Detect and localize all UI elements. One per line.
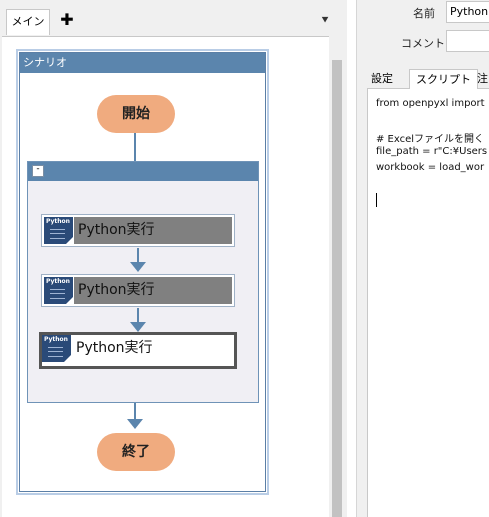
action-label: Python実行 [78, 282, 155, 298]
scenario-frame[interactable]: シナリオ 開始 - Python Python実行 Python Python実… [16, 49, 269, 495]
action-label: Python実行 [76, 340, 153, 356]
code-line: file_path = r"C:¥Users [376, 146, 488, 157]
python-icon-text: Python [46, 218, 70, 225]
code-line: # Excelファイルを開く [376, 134, 485, 145]
connector-line [137, 308, 139, 322]
tab-settings[interactable]: 設定 [367, 69, 397, 89]
tab-main[interactable]: メイン [6, 9, 50, 35]
python-action-2[interactable]: Python Python実行 [41, 274, 235, 307]
python-icon-lines [50, 289, 65, 299]
python-icon-text: Python [46, 278, 70, 285]
text-caret [376, 193, 377, 207]
connector-line [134, 133, 136, 161]
designer-tabbar: メイン ✚ ⯆ [0, 0, 347, 38]
python-icon: Python [44, 277, 73, 304]
python-action-1[interactable]: Python Python実行 [41, 214, 235, 247]
python-icon: Python [44, 217, 73, 244]
code-line: from openpyxl import [376, 98, 485, 109]
name-label: 名前 [413, 7, 435, 20]
python-icon-corner [64, 355, 71, 362]
python-icon-lines [48, 347, 63, 357]
tab-script[interactable]: スクリプト [409, 69, 478, 90]
property-tabs: 設定 スクリプト 注 [367, 67, 489, 90]
python-icon-lines [50, 229, 65, 239]
python-action-3-selected[interactable]: Python Python実行 [39, 332, 237, 369]
python-icon: Python [42, 335, 71, 362]
add-tab-icon[interactable]: ✚ [58, 9, 76, 35]
comment-input[interactable] [446, 30, 489, 52]
action-label: Python実行 [78, 222, 155, 238]
arrow-down-icon [130, 322, 146, 332]
collapse-button[interactable]: - [32, 165, 44, 177]
code-line: workbook = load_wor [376, 162, 485, 173]
tab-overflow-icon[interactable]: ⯆ [317, 12, 333, 28]
scrollbar-thumb[interactable] [332, 60, 342, 517]
arrow-down-icon [130, 262, 146, 272]
arrow-down-icon [127, 419, 143, 429]
connector-line [134, 403, 136, 419]
name-input[interactable]: Python [446, 1, 489, 23]
designer-pane: メイン ✚ ⯆ シナリオ 開始 - Python Python実行 Python… [0, 0, 347, 517]
properties-pane: 名前 Python コメント 設定 スクリプト 注 from openpyxl … [356, 0, 489, 517]
python-icon-corner [66, 297, 73, 304]
group-header: - [28, 162, 258, 181]
start-node[interactable]: 開始 [97, 95, 175, 133]
script-editor[interactable]: from openpyxl import # Excelファイルを開く file… [367, 89, 489, 517]
connector-line [137, 248, 139, 262]
action-group[interactable]: - Python Python実行 Python Python実行 Python… [27, 161, 259, 403]
scenario-title: シナリオ [20, 53, 265, 73]
app-window: メイン ✚ ⯆ シナリオ 開始 - Python Python実行 Python… [0, 0, 489, 517]
flow-canvas[interactable]: シナリオ 開始 - Python Python実行 Python Python実… [2, 36, 329, 517]
python-icon-corner [66, 237, 73, 244]
tab-note[interactable]: 注 [473, 69, 489, 89]
vertical-scrollbar[interactable] [330, 38, 344, 517]
end-node[interactable]: 終了 [97, 433, 175, 471]
python-icon-text: Python [44, 336, 68, 343]
comment-label: コメント [401, 37, 445, 50]
